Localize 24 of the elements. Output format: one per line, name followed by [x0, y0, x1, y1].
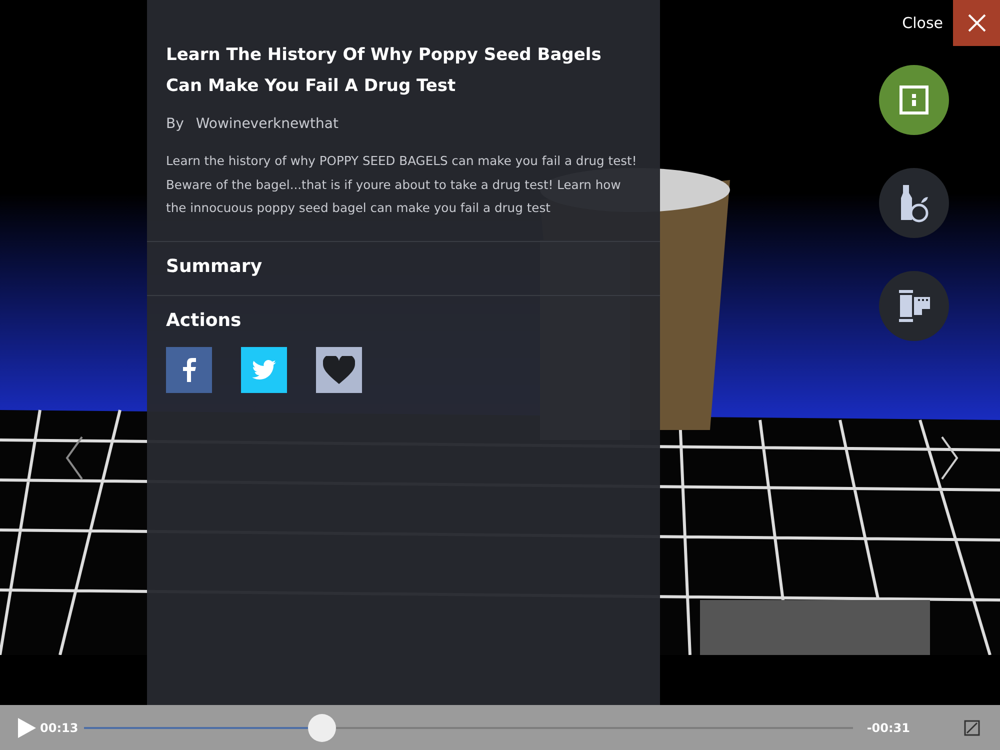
close-button[interactable]: [953, 0, 1000, 46]
share-button[interactable]: [166, 346, 212, 392]
facebook-icon: [182, 358, 196, 382]
by-label: By: [166, 116, 184, 132]
description-text: Learn the history of why POPPY SEED BAGELS can make you fail a drug test! Beware of the bagel...that is if youre about to take a drug test! Learn how the innocuous poppy seed bagel can make you fail a drug test: [166, 153, 638, 217]
remaining-time: -00:31: [866, 720, 910, 734]
fullscreen-icon[interactable]: [964, 720, 980, 736]
elapsed-time: 00:13: [40, 720, 78, 734]
seek-thumb[interactable]: [308, 714, 336, 742]
section-heading: Actions: [166, 310, 242, 330]
bottle-and-fruit-icon: [899, 183, 929, 223]
bird-icon: [252, 360, 276, 380]
favorite-button[interactable]: [316, 346, 362, 392]
heart-icon: [323, 356, 355, 384]
next-arrow-icon[interactable]: [940, 434, 960, 480]
play-icon[interactable]: [18, 718, 36, 738]
previous-arrow-icon[interactable]: [64, 434, 84, 480]
close-icon: [968, 14, 986, 32]
info-icon: [899, 85, 929, 115]
author-name: Wowineverknewthat: [196, 116, 338, 132]
video-title: Learn The History Of Why Poppy Seed Bagels Can Make You Fail A Drug Test: [166, 44, 602, 98]
section-heading: Summary: [166, 256, 264, 276]
film-roll-icon: [896, 288, 932, 324]
close-label: Close: [902, 14, 943, 32]
